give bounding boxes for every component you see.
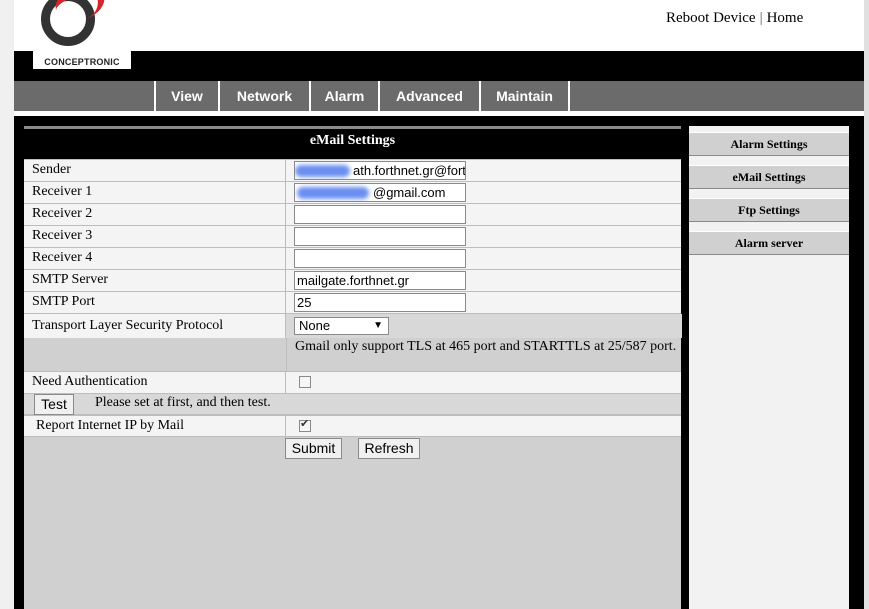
receiver4-row: Receiver 4 — [24, 247, 681, 269]
cell-divider — [285, 372, 682, 393]
redaction-mark — [297, 187, 369, 199]
sender-label: Sender — [32, 162, 71, 177]
need-auth-row: Need Authentication — [24, 371, 681, 393]
main-nav: View Network Alarm Advanced Maintain — [14, 81, 864, 111]
nav-maintain[interactable]: Maintain — [479, 81, 568, 111]
test-hint: Please set at first, and then test. — [95, 395, 271, 410]
smtp-port-field[interactable]: 25 — [294, 293, 466, 312]
receiver3-label: Receiver 3 — [32, 228, 93, 243]
report-ip-label: Report Internet IP by Mail — [36, 418, 185, 433]
receiver4-field[interactable] — [294, 249, 466, 268]
report-ip-checkbox[interactable] — [299, 417, 311, 432]
top-links: Reboot Device | Home — [666, 10, 803, 27]
nav-divider — [568, 81, 570, 111]
nav-view[interactable]: View — [154, 81, 218, 111]
reboot-device-link[interactable]: Reboot Device — [666, 10, 756, 26]
side-item-email-settings[interactable]: eMail Settings — [689, 165, 849, 189]
receiver1-label: Receiver 1 — [32, 184, 93, 199]
home-link[interactable]: Home — [767, 10, 804, 26]
tls-select[interactable]: None ▼ — [294, 317, 389, 335]
side-item-alarm-server[interactable]: Alarm server — [689, 231, 849, 255]
page-edge-left — [0, 0, 14, 609]
report-ip-row: Report Internet IP by Mail — [24, 415, 681, 437]
need-auth-checkbox[interactable] — [299, 376, 311, 388]
receiver2-field[interactable] — [294, 205, 466, 224]
refresh-button[interactable]: Refresh — [358, 438, 420, 459]
receiver3-field[interactable] — [294, 227, 466, 246]
link-separator: | — [759, 10, 763, 26]
page-edge-right — [864, 0, 869, 609]
conceptronic-logo: CONCEPTRONIC — [33, 0, 131, 69]
test-button[interactable]: Test — [34, 394, 74, 415]
receiver2-row: Receiver 2 — [24, 203, 681, 225]
receiver3-row: Receiver 3 — [24, 225, 681, 247]
sender-value: ath.forthnet.gr@fort — [353, 163, 466, 178]
receiver2-label: Receiver 2 — [32, 206, 93, 221]
receiver1-row: Receiver 1 @gmail.com — [24, 181, 681, 203]
submit-button[interactable]: Submit — [285, 438, 342, 459]
smtp-server-label: SMTP Server — [32, 272, 109, 287]
cell-divider — [285, 416, 682, 437]
smtp-server-row: SMTP Server mailgate.forthnet.gr — [24, 269, 681, 291]
smtp-port-row: SMTP Port 25 — [24, 291, 681, 313]
tls-select-value: None — [299, 318, 331, 333]
title-divider — [24, 126, 681, 129]
redaction-mark — [295, 165, 350, 177]
tls-label: Transport Layer Security Protocol — [32, 318, 224, 333]
smtp-port-label: SMTP Port — [32, 294, 95, 309]
receiver1-field[interactable]: @gmail.com — [294, 183, 466, 202]
sender-field[interactable]: ath.forthnet.gr@fort — [294, 161, 466, 180]
tls-note: Gmail only support TLS at 465 port and S… — [295, 339, 677, 354]
header-bar — [14, 51, 864, 81]
side-item-ftp-settings[interactable]: Ftp Settings — [689, 198, 849, 222]
receiver4-label: Receiver 4 — [32, 250, 93, 265]
side-item-alarm-settings[interactable]: Alarm Settings — [689, 132, 849, 156]
chevron-down-icon: ▼ — [373, 320, 383, 331]
logo-text: CONCEPTRONIC — [33, 55, 131, 69]
nav-alarm[interactable]: Alarm — [309, 81, 378, 111]
sender-row: Sender ath.forthnet.gr@fort — [24, 159, 681, 181]
need-auth-label: Need Authentication — [32, 374, 148, 389]
tls-row: Transport Layer Security Protocol None ▼ — [24, 313, 682, 338]
receiver1-value: @gmail.com — [373, 185, 446, 200]
page-title: eMail Settings — [309, 133, 396, 148]
nav-network[interactable]: Network — [218, 81, 309, 111]
smtp-server-field[interactable]: mailgate.forthnet.gr — [294, 271, 466, 290]
nav-advanced[interactable]: Advanced — [378, 81, 479, 111]
